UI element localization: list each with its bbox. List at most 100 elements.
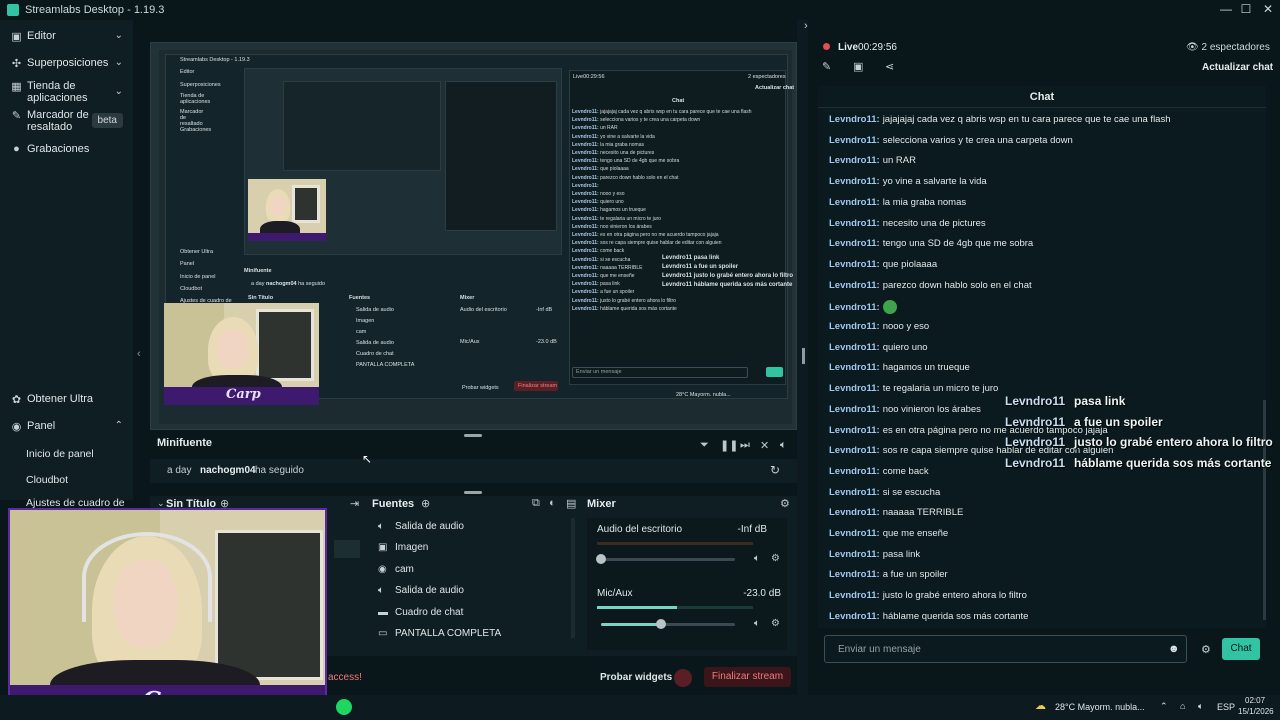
weather-text[interactable]: 28°C Mayorm. nubla...	[1055, 702, 1145, 712]
sidebar-item-panel[interactable]: ◉ Panel ⌃	[0, 420, 133, 433]
share-icon[interactable]: ⋖	[885, 60, 894, 73]
source-item[interactable]: ◉ cam	[378, 564, 414, 575]
language-indicator[interactable]: ESP	[1217, 702, 1235, 712]
network-icon[interactable]: ⌂	[1180, 701, 1185, 711]
sidebar-subitem-dashboard-home[interactable]: Inicio de panel	[26, 448, 94, 460]
chat-text: selecciona varios y te crea una carpeta …	[882, 134, 1073, 146]
chat-input[interactable]: Enviar un mensaje ☻	[824, 635, 1187, 663]
slider-desktop-knob[interactable]	[596, 554, 606, 564]
skip-icon[interactable]: ⏭	[740, 439, 750, 452]
source-item[interactable]: 🔈︎ Salida de audio	[378, 521, 464, 532]
chevron-up-icon[interactable]: ⌃	[1160, 701, 1168, 712]
mixer-settings-icon[interactable]: ⚙	[780, 497, 790, 510]
chat-message: Levndro11: selecciona varios y te crea un…	[829, 135, 1073, 146]
volume-icon[interactable]: 🔈︎	[780, 439, 787, 452]
visibility-icon[interactable]: ◐	[549, 497, 556, 509]
speaker-icon[interactable]: 🔈︎	[754, 553, 760, 564]
chat-username[interactable]: Levndro11:	[829, 466, 880, 477]
sidebar-item-get-ultra[interactable]: ✿ Obtener Ultra	[0, 393, 133, 406]
chat-username[interactable]: Levndro11:	[829, 302, 880, 313]
sidebar-item-editor[interactable]: ▣ Editor ⌄	[0, 30, 133, 43]
chat-username[interactable]: Levndro11:	[829, 176, 880, 187]
collapse-left-icon[interactable]: ‹	[137, 348, 141, 360]
volume-icon[interactable]: 🔈︎	[1198, 701, 1203, 712]
sidebar-item-highlighter[interactable]: ✎ Marcador de resaltado beta	[0, 109, 133, 133]
edit-icon[interactable]: ✎	[822, 60, 831, 73]
chat-username[interactable]: Levndro11:	[829, 280, 880, 291]
chat-send-button[interactable]: Chat	[1222, 638, 1260, 660]
slider-mic-fill	[601, 623, 662, 626]
sidebar-item-recordings[interactable]: ● Grabaciones	[0, 143, 133, 155]
chat-username[interactable]: Levndro11:	[829, 611, 880, 622]
source-item[interactable]: ▬ Cuadro de chat	[378, 607, 463, 618]
source-item[interactable]: ▭ PANTALLA COMPLETA	[378, 628, 501, 639]
sidebar-subitem-cloudbot[interactable]: Cloudbot	[26, 474, 68, 486]
add-source-icon[interactable]: ⊕	[421, 497, 430, 510]
chat-username[interactable]: Levndro11:	[829, 445, 880, 456]
sources-scrollbar[interactable]	[571, 518, 575, 638]
slider-mic-knob[interactable]	[656, 619, 667, 629]
mixer-title: Mixer	[587, 498, 616, 510]
resize-handle[interactable]	[464, 491, 482, 494]
refresh-chat-button[interactable]: Actualizar chat	[1202, 62, 1273, 73]
nested-source: cam	[356, 329, 367, 335]
chat-username[interactable]: Levndro11:	[829, 114, 880, 125]
chat-username[interactable]: Levndro11:	[829, 425, 880, 436]
video-icon[interactable]: ▣	[853, 60, 863, 73]
chat-username[interactable]: Levndro11:	[829, 569, 880, 580]
add-folder-icon[interactable]: ▤	[566, 497, 576, 510]
chat-username[interactable]: Levndro11:	[829, 507, 880, 518]
sidebar-item-overlays[interactable]: ✣ Superposiciones ⌄	[0, 57, 133, 70]
chat-username[interactable]: Levndro11:	[829, 362, 880, 373]
chat-username[interactable]: Levndro11:	[829, 218, 880, 229]
overlays-icon: ✣	[11, 58, 22, 70]
clock-time[interactable]: 02:07	[1245, 696, 1265, 705]
chat-username[interactable]: Levndro11:	[829, 197, 880, 208]
chat-username[interactable]: Levndro11:	[829, 342, 880, 353]
mixer-channel-mic-label: Mic/Aux	[597, 588, 633, 599]
chat-username[interactable]: Levndro11:	[829, 259, 880, 270]
ultra-icon: ✿	[11, 394, 22, 406]
source-folder-icon[interactable]: ⧉	[532, 497, 540, 510]
editor-preview[interactable]: Streamlabs Desktop - 1.19.3 Editor Super…	[150, 42, 797, 430]
filter-icon[interactable]: ⏷	[700, 439, 709, 452]
panel-resize-handle[interactable]	[802, 348, 805, 364]
source-item[interactable]: 🔈︎ Salida de audio	[378, 585, 464, 596]
nested-source: PANTALLA COMPLETA	[356, 362, 415, 368]
chat-username[interactable]: Levndro11:	[829, 135, 880, 146]
emoji-icon[interactable]: ☻	[1168, 643, 1180, 655]
chevron-down-icon: ⌄	[114, 57, 123, 68]
speaker-icon[interactable]: 🔈︎	[754, 618, 760, 629]
mute-alerts-icon[interactable]: ✕	[760, 439, 769, 452]
clock-date[interactable]: 15/1/2026	[1238, 707, 1274, 716]
chat-username[interactable]: Levndro11:	[829, 590, 880, 601]
chat-settings-icon[interactable]: ⚙	[1201, 643, 1211, 656]
test-widgets-label[interactable]: Probar widgets	[600, 672, 672, 683]
scene-item-selected[interactable]	[334, 540, 360, 558]
test-widgets-toggle[interactable]	[674, 669, 692, 687]
nested-chat-message: Levndro11: noo vinieron los árabes	[572, 223, 652, 230]
nested-chat-message: Levndro11: que piolaaaa	[572, 166, 629, 173]
chat-text: la mia graba nomas	[882, 196, 967, 208]
maximize-icon[interactable]: ☐	[1234, 0, 1258, 18]
chat-username[interactable]: Levndro11:	[829, 321, 880, 332]
chat-username[interactable]: Levndro11:	[829, 549, 880, 560]
chat-text: come back	[882, 465, 929, 477]
gear-icon[interactable]: ⚙	[771, 618, 780, 629]
repeat-icon[interactable]: ↻	[770, 463, 780, 477]
sidebar-item-app-store[interactable]: ▦ Tienda de aplicaciones ⌄	[0, 80, 133, 104]
scene-transition-icon[interactable]: ⇥	[350, 497, 359, 510]
pause-icon[interactable]: ❚❚	[720, 439, 738, 452]
chat-username[interactable]: Levndro11:	[829, 528, 880, 539]
chat-username[interactable]: Levndro11:	[829, 155, 880, 166]
slider-desktop-track[interactable]	[601, 558, 735, 561]
chat-username[interactable]: Levndro11:	[829, 383, 880, 394]
source-item[interactable]: ▣ Imagen	[378, 542, 428, 553]
end-stream-button[interactable]: Finalizar stream	[704, 667, 791, 687]
chat-username[interactable]: Levndro11:	[829, 404, 880, 415]
close-icon[interactable]: ✕	[1256, 0, 1280, 18]
chat-username[interactable]: Levndro11:	[829, 487, 880, 498]
chat-username[interactable]: Levndro11:	[829, 238, 880, 249]
gear-icon[interactable]: ⚙	[771, 553, 780, 564]
spotify-icon[interactable]	[336, 699, 352, 715]
